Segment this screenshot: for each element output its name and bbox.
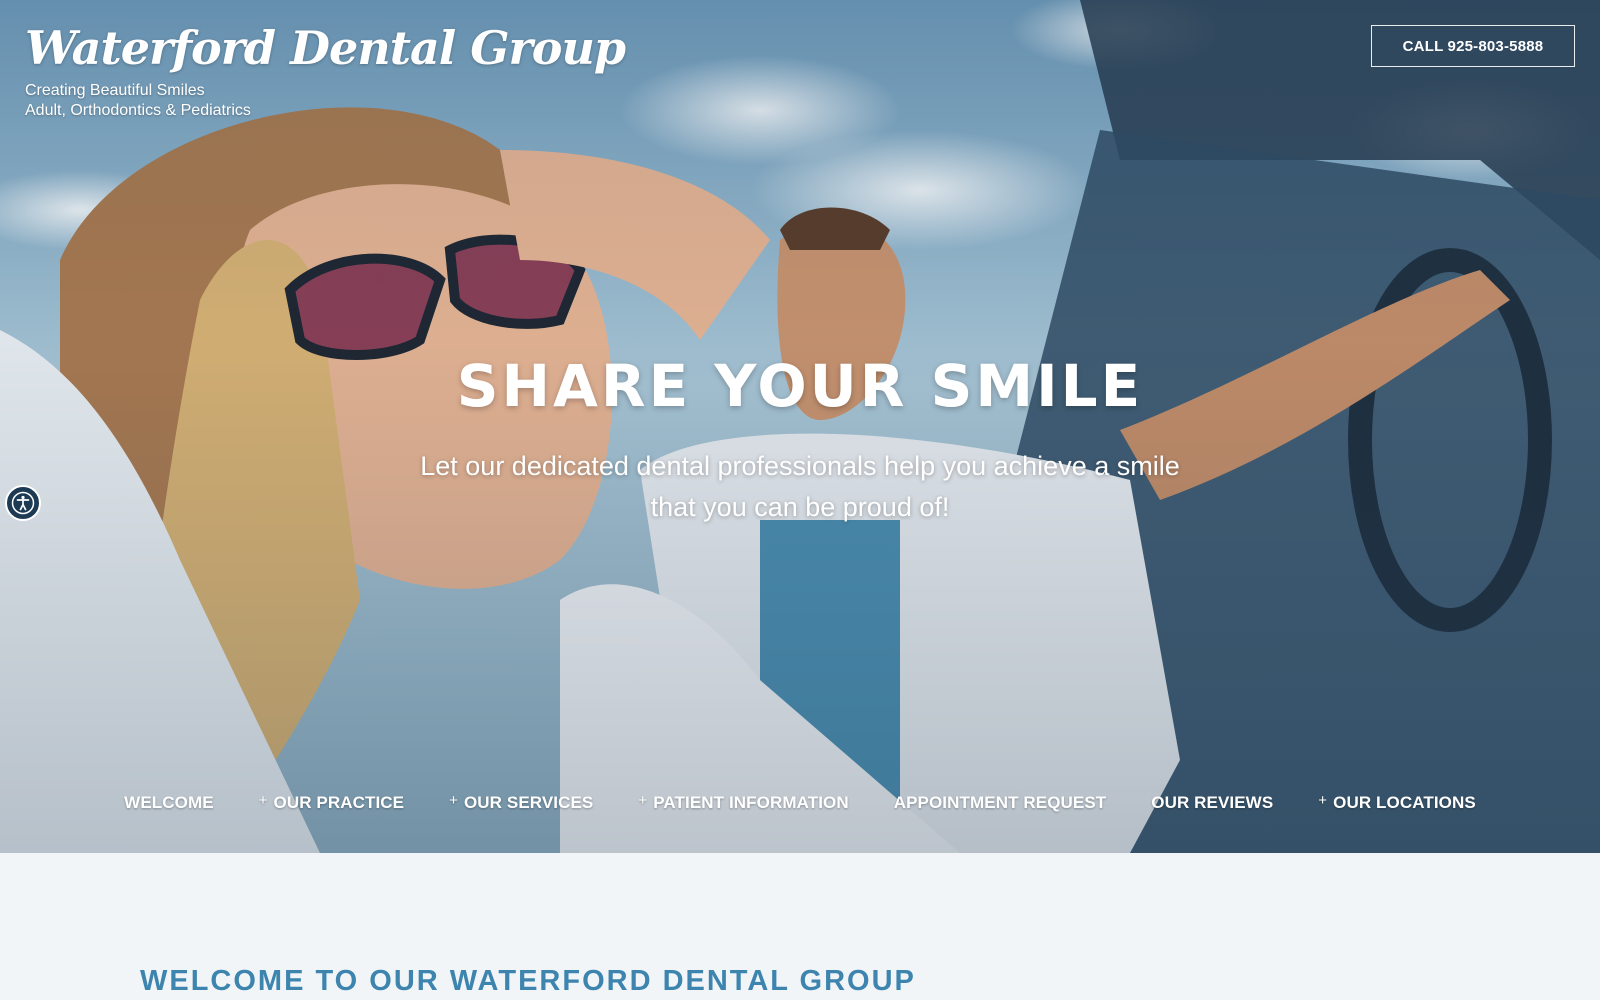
nav-label: APPOINTMENT REQUEST bbox=[893, 793, 1107, 812]
tagline-line-1: Creating Beautiful Smiles bbox=[25, 81, 205, 99]
brand-tagline: Creating Beautiful Smiles Adult, Orthodo… bbox=[25, 81, 625, 121]
plus-icon: + bbox=[638, 791, 648, 809]
hero-heading: SHARE YOUR SMILE bbox=[456, 352, 1144, 420]
nav-item-our-practice[interactable]: + OUR PRACTICE bbox=[258, 791, 405, 813]
call-phone-button[interactable]: CALL 925-803-5888 bbox=[1371, 25, 1575, 67]
plus-icon: + bbox=[449, 791, 458, 809]
nav-item-appointment-request[interactable]: APPOINTMENT REQUEST bbox=[894, 793, 1107, 813]
hero-subheading: Let our dedicated dental professionals h… bbox=[420, 451, 1180, 522]
accessibility-icon bbox=[11, 491, 35, 515]
hero-banner: Waterford Dental Group Creating Beautifu… bbox=[0, 0, 1600, 853]
nav-label: OUR PRACTICE bbox=[273, 793, 405, 812]
nav-label: OUR LOCATIONS bbox=[1333, 793, 1476, 812]
nav-item-our-reviews[interactable]: OUR REVIEWS bbox=[1151, 793, 1273, 813]
nav-item-our-services[interactable]: + OUR SERVICES bbox=[449, 791, 594, 813]
hero-text-block: SHARE YOUR SMILE Let our dedicated denta… bbox=[0, 352, 1600, 528]
welcome-section: WELCOME TO OUR WATERFORD DENTAL GROUP bbox=[0, 853, 1600, 1000]
nav-label: PATIENT INFORMATION bbox=[653, 793, 849, 812]
accessibility-button[interactable] bbox=[5, 485, 41, 521]
tagline-line-2: Adult, Orthodontics & Pediatrics bbox=[25, 101, 251, 119]
nav-label: WELCOME bbox=[124, 793, 214, 812]
nav-label: OUR SERVICES bbox=[463, 793, 594, 812]
plus-icon: + bbox=[258, 791, 268, 809]
main-nav: WELCOME + OUR PRACTICE + OUR SERVICES + … bbox=[0, 787, 1600, 819]
nav-item-patient-information[interactable]: + PATIENT INFORMATION bbox=[638, 791, 849, 813]
welcome-heading: WELCOME TO OUR WATERFORD DENTAL GROUP bbox=[140, 965, 916, 997]
site-logo-title[interactable]: Waterford Dental Group bbox=[25, 22, 626, 75]
nav-label: OUR REVIEWS bbox=[1151, 793, 1274, 812]
brand-block[interactable]: Waterford Dental Group Creating Beautifu… bbox=[25, 22, 626, 121]
plus-icon: + bbox=[1318, 791, 1328, 809]
nav-item-our-locations[interactable]: + OUR LOCATIONS bbox=[1318, 791, 1476, 813]
nav-item-welcome[interactable]: WELCOME bbox=[124, 793, 213, 813]
